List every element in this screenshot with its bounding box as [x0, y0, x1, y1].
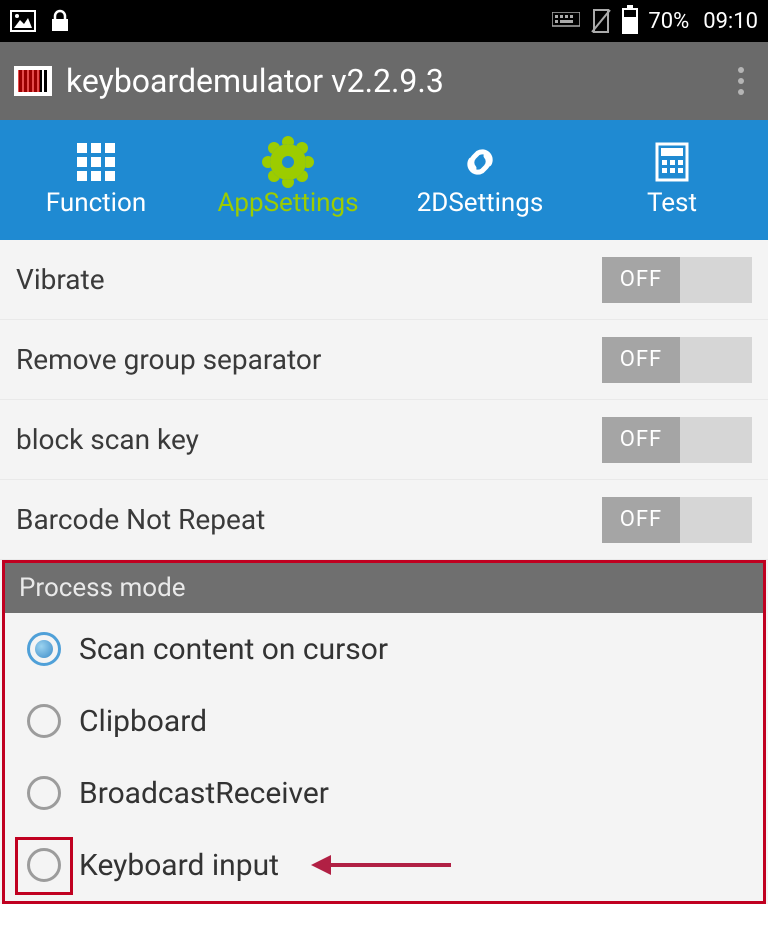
battery-icon	[622, 8, 638, 34]
app-bar: keyboardemulator v2.2.9.3	[0, 42, 768, 120]
keyboard-icon	[552, 12, 580, 30]
radio-label: Clipboard	[79, 704, 207, 739]
toggle-remove-group-separator[interactable]: OFF	[602, 337, 752, 383]
tab-label: Test	[647, 188, 697, 218]
settings-list: Vibrate OFF Remove group separator OFF b…	[0, 240, 768, 904]
app-icon	[14, 66, 52, 96]
tab-label: AppSettings	[217, 188, 358, 218]
annotation-arrow-icon	[311, 855, 451, 875]
radio-icon	[27, 704, 61, 738]
setting-label: block scan key	[16, 423, 199, 456]
tab-2dsettings[interactable]: 2DSettings	[384, 120, 576, 240]
setting-label: Vibrate	[16, 263, 105, 296]
radio-label: BroadcastReceiver	[79, 776, 329, 811]
setting-barcode-not-repeat: Barcode Not Repeat OFF	[0, 480, 768, 560]
gear-icon	[268, 142, 308, 182]
toggle-state: OFF	[602, 417, 680, 463]
radio-label: Scan content on cursor	[79, 632, 388, 667]
tab-bar: Function AppSettings 2DSettings Test	[0, 120, 768, 240]
radio-icon	[27, 848, 61, 882]
tab-function[interactable]: Function	[0, 120, 192, 240]
tab-label: Function	[46, 188, 146, 218]
toggle-vibrate[interactable]: OFF	[602, 257, 752, 303]
link-icon	[460, 142, 500, 182]
annotation-highlight-process-mode: Process mode Scan content on cursor Clip…	[2, 560, 766, 904]
tab-label: 2DSettings	[417, 188, 544, 218]
status-bar: 70% 09:10	[0, 0, 768, 42]
tab-test[interactable]: Test	[576, 120, 768, 240]
setting-remove-group-separator: Remove group separator OFF	[0, 320, 768, 400]
radio-icon	[27, 632, 61, 666]
toggle-state: OFF	[602, 497, 680, 543]
toggle-state: OFF	[602, 257, 680, 303]
setting-vibrate: Vibrate OFF	[0, 240, 768, 320]
toggle-barcode-not-repeat[interactable]: OFF	[602, 497, 752, 543]
radio-icon	[27, 776, 61, 810]
setting-label: Barcode Not Repeat	[16, 503, 265, 536]
overflow-menu-icon[interactable]	[728, 57, 754, 105]
setting-block-scan-key: block scan key OFF	[0, 400, 768, 480]
section-header-process-mode: Process mode	[5, 563, 763, 613]
lock-icon	[50, 9, 70, 33]
image-icon	[10, 10, 36, 32]
radio-clipboard[interactable]: Clipboard	[5, 685, 763, 757]
tab-appsettings[interactable]: AppSettings	[192, 120, 384, 240]
battery-percent: 70%	[648, 9, 689, 34]
clock: 09:10	[703, 9, 758, 34]
grid-icon	[76, 142, 116, 182]
radio-broadcastreceiver[interactable]: BroadcastReceiver	[5, 757, 763, 829]
toggle-state: OFF	[602, 337, 680, 383]
radio-keyboard-input[interactable]: Keyboard input	[5, 829, 763, 901]
app-title: keyboardemulator v2.2.9.3	[66, 62, 444, 100]
radio-label: Keyboard input	[79, 848, 279, 883]
no-sim-icon	[590, 8, 612, 34]
calculator-icon	[652, 142, 692, 182]
radio-scan-content-on-cursor[interactable]: Scan content on cursor	[5, 613, 763, 685]
toggle-block-scan-key[interactable]: OFF	[602, 417, 752, 463]
setting-label: Remove group separator	[16, 343, 321, 376]
